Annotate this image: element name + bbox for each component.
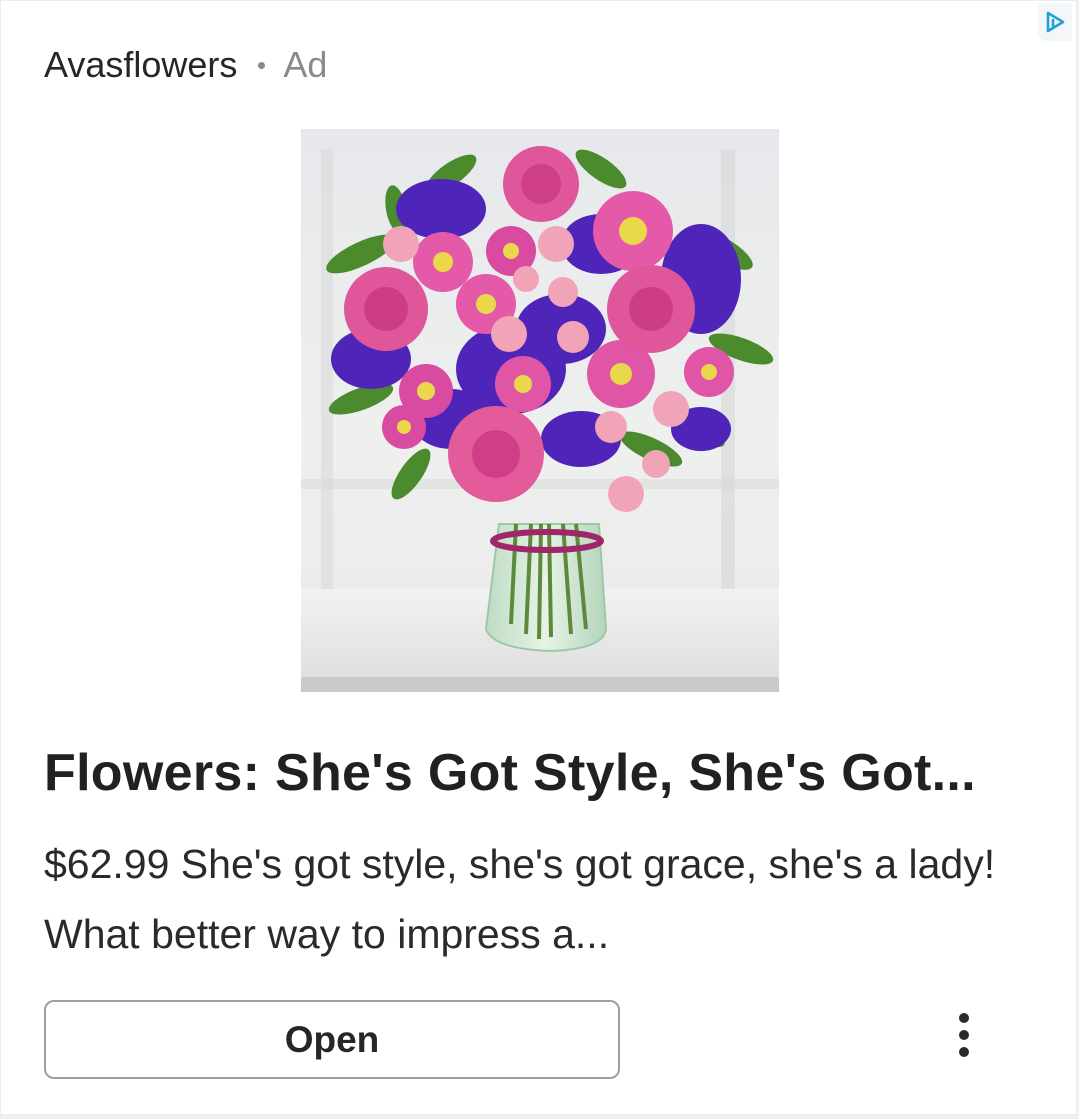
advertiser-name[interactable]: Avasflowers [44,44,237,86]
more-dot [959,1047,969,1057]
adchoices-icon[interactable] [1038,3,1072,41]
open-button[interactable]: Open [44,1000,620,1079]
more-dot [959,1013,969,1023]
ad-header: Avasflowers Ad [44,39,327,91]
ad-description[interactable]: $62.99 She's got style, she's got grace,… [44,829,1004,969]
more-vertical-icon[interactable] [941,1005,987,1065]
more-dot [959,1030,969,1040]
ad-title[interactable]: Flowers: She's Got Style, She's Got... [44,743,1044,803]
separator-dot [258,61,266,69]
ad-label: Ad [283,44,328,85]
ad-card[interactable]: Avasflowers Ad Flowers: She's Got Style,… [0,0,1077,1115]
product-image[interactable] [301,129,779,692]
